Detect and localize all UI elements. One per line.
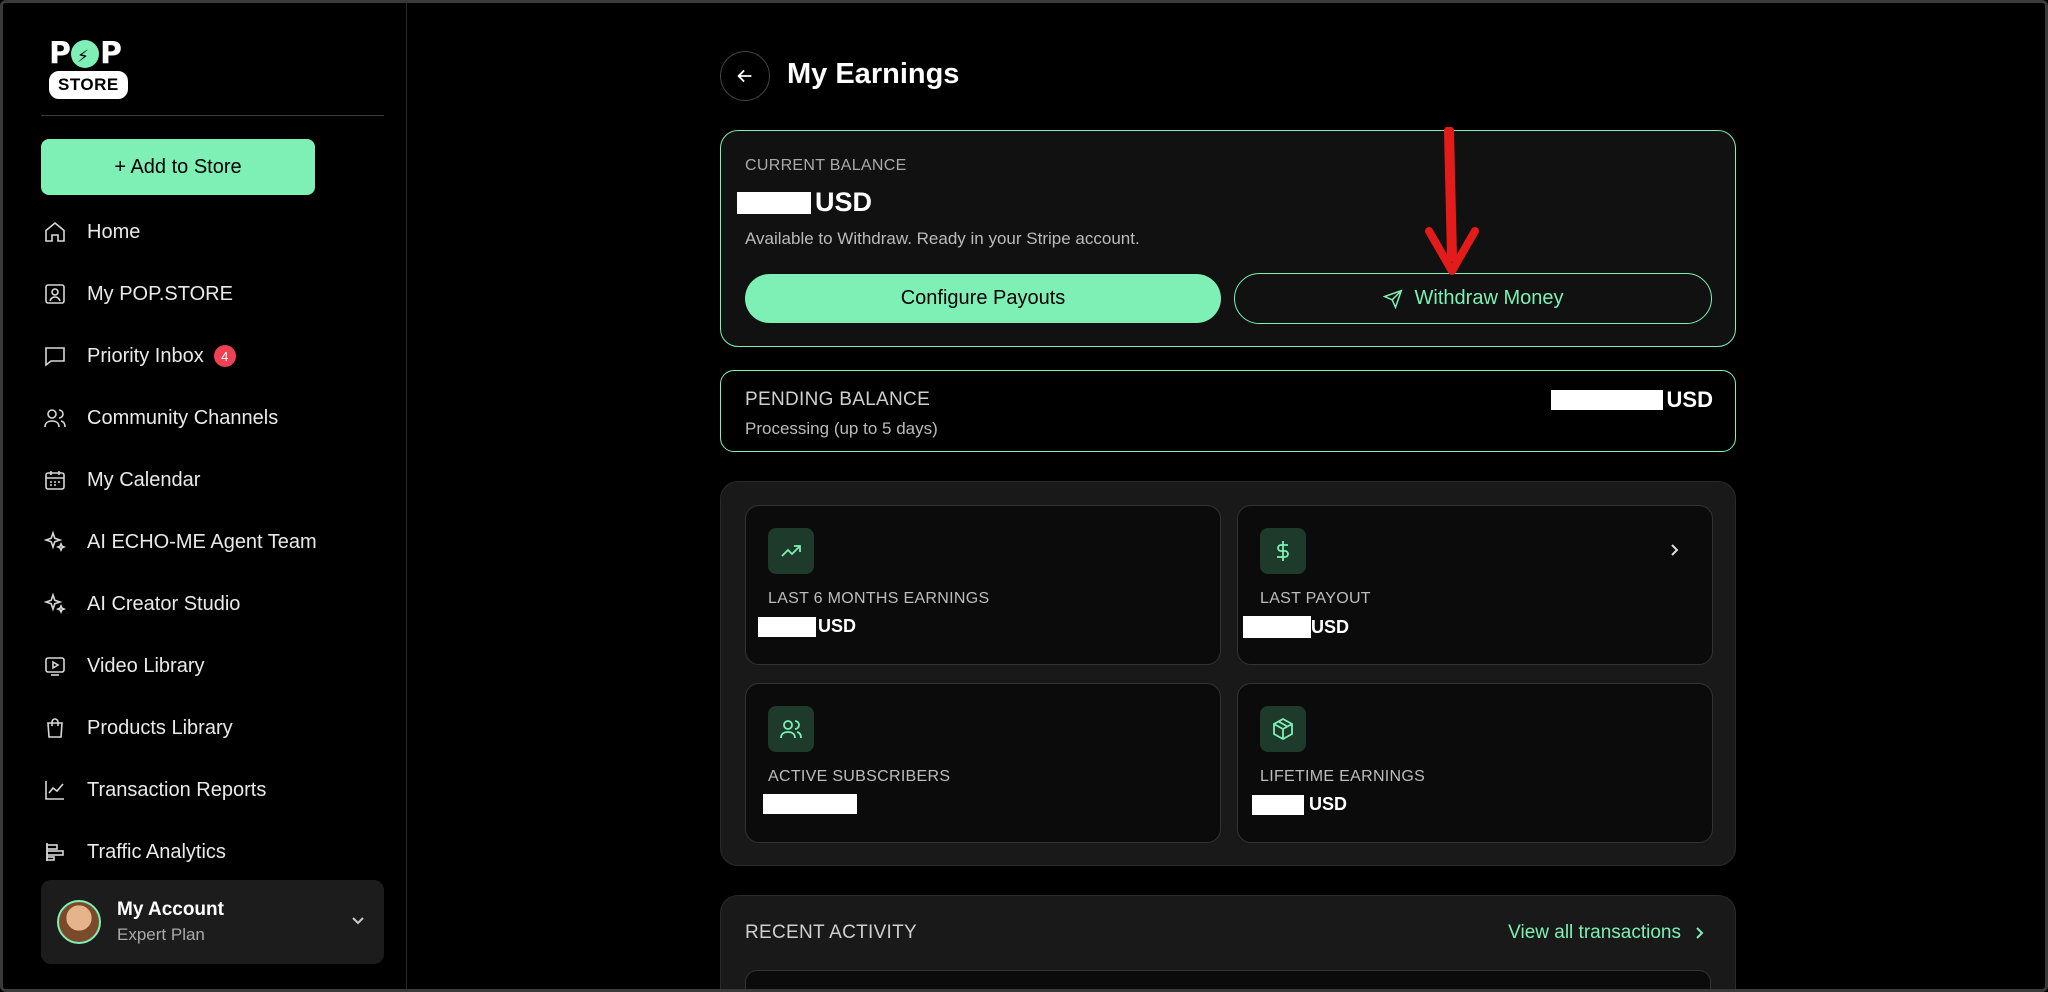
bar-chart-icon	[41, 838, 69, 866]
trending-up-icon	[768, 528, 814, 574]
redacted-value	[758, 616, 816, 637]
users-icon	[41, 404, 69, 432]
chevron-right-icon	[1696, 927, 1704, 939]
sparkles-icon	[41, 590, 69, 618]
send-icon	[1382, 288, 1403, 309]
sidebar-item-label: Home	[87, 220, 141, 243]
red-arrow-annotation	[1425, 127, 1479, 275]
account-name: My Account	[117, 899, 224, 920]
home-icon	[41, 218, 69, 246]
stat-card-last-payout[interactable]: LAST PAYOUT USD	[1237, 505, 1713, 665]
sidebar-item-label: My POP.STORE	[87, 282, 233, 305]
chevron-right-icon[interactable]	[1666, 542, 1682, 563]
logo-store-text: STORE	[49, 71, 128, 99]
redacted-value	[737, 191, 811, 214]
video-icon	[41, 652, 69, 680]
sidebar-item-products-library[interactable]: Products Library	[41, 697, 384, 759]
chevron-down-icon[interactable]	[350, 912, 366, 928]
current-balance-subtitle: Available to Withdraw. Ready in your Str…	[745, 229, 1140, 248]
current-balance-currency: USD	[815, 187, 873, 217]
pop-store-logo[interactable]: PP STORE	[49, 39, 137, 99]
redacted-value	[1550, 390, 1663, 410]
calendar-icon	[41, 466, 69, 494]
sidebar-divider	[41, 115, 384, 116]
stats-panel: LAST 6 MONTHS EARNINGS USD LAST PAYOUT U…	[720, 481, 1736, 866]
sidebar-item-label: AI Creator Studio	[87, 592, 241, 615]
users-icon	[768, 706, 814, 752]
avatar	[57, 900, 101, 944]
inbox-count-badge: 4	[213, 345, 236, 367]
sidebar-item-label: AI ECHO-ME Agent Team	[87, 530, 317, 553]
redacted-value	[763, 794, 857, 814]
sidebar-item-my-pop-store[interactable]: My POP.STORE	[41, 263, 384, 325]
back-button[interactable]	[720, 51, 770, 101]
recent-activity-title: RECENT ACTIVITY	[745, 922, 918, 943]
stat-label: LIFETIME EARNINGS	[1260, 768, 1426, 785]
line-chart-icon	[41, 776, 69, 804]
sidebar-item-label: Transaction Reports	[87, 778, 267, 801]
sidebar: PP STORE + Add to Store Home My POP.STOR…	[3, 3, 407, 989]
configure-payouts-button[interactable]: Configure Payouts	[745, 274, 1221, 323]
page-title: My Earnings	[787, 58, 960, 90]
sidebar-item-my-calendar[interactable]: My Calendar	[41, 449, 384, 511]
pending-balance-amount: USD	[1550, 387, 1713, 413]
sidebar-item-priority-inbox[interactable]: Priority Inbox 4	[41, 325, 384, 387]
recent-activity-panel: RECENT ACTIVITY View all transactions	[720, 895, 1736, 989]
pending-balance-subtitle: Processing (up to 5 days)	[745, 419, 938, 438]
stat-value: USD	[758, 616, 856, 637]
stat-card-active-subscribers: ACTIVE SUBSCRIBERS	[745, 683, 1221, 843]
sparkles-icon	[41, 528, 69, 556]
pending-balance-card: PENDING BALANCE Processing (up to 5 days…	[720, 370, 1736, 452]
stat-card-lifetime-earnings: LIFETIME EARNINGS USD	[1237, 683, 1713, 843]
stat-value: USD	[1252, 794, 1347, 815]
current-balance-amount: USD	[737, 187, 872, 218]
account-plan: Expert Plan	[117, 925, 205, 944]
sidebar-item-label: Priority Inbox	[87, 344, 204, 367]
sidebar-item-community-channels[interactable]: Community Channels	[41, 387, 384, 449]
stat-value	[763, 794, 857, 814]
dollar-icon	[1260, 528, 1306, 574]
sidebar-item-label: Community Channels	[87, 406, 279, 429]
store-icon	[41, 280, 69, 308]
sidebar-item-home[interactable]: Home	[41, 201, 384, 263]
arrow-left-icon	[737, 69, 752, 83]
sidebar-item-ai-creator-studio[interactable]: AI Creator Studio	[41, 573, 384, 635]
sidebar-item-ai-echo-me-agent-team[interactable]: AI ECHO-ME Agent Team	[41, 511, 384, 573]
stat-value: USD	[1243, 616, 1349, 638]
sidebar-item-transaction-reports[interactable]: Transaction Reports	[41, 759, 384, 821]
redacted-value	[1252, 794, 1304, 815]
stat-label: ACTIVE SUBSCRIBERS	[768, 768, 951, 785]
app-window: PP STORE + Add to Store Home My POP.STOR…	[0, 0, 2048, 992]
current-balance-label: CURRENT BALANCE	[745, 157, 907, 174]
sidebar-item-label: My Calendar	[87, 468, 201, 491]
sidebar-item-label: Products Library	[87, 716, 233, 739]
list-item[interactable]	[745, 970, 1711, 989]
view-all-transactions-link[interactable]: View all transactions	[1508, 922, 1707, 944]
sidebar-item-label: Traffic Analytics	[87, 840, 226, 863]
sidebar-item-traffic-analytics[interactable]: Traffic Analytics	[41, 821, 384, 883]
stat-label: LAST 6 MONTHS EARNINGS	[768, 590, 990, 607]
sidebar-item-label: Video Library	[87, 654, 205, 677]
withdraw-money-label: Withdraw Money	[1414, 287, 1564, 309]
sidebar-item-video-library[interactable]: Video Library	[41, 635, 384, 697]
account-menu[interactable]: My Account Expert Plan	[41, 880, 384, 964]
box-icon	[1260, 706, 1306, 752]
stat-label: LAST PAYOUT	[1260, 590, 1371, 607]
withdraw-money-button[interactable]: Withdraw Money	[1234, 273, 1712, 324]
pending-balance-label: PENDING BALANCE	[745, 389, 931, 410]
current-balance-card: CURRENT BALANCE USD Available to Withdra…	[720, 130, 1736, 347]
redacted-value	[1243, 616, 1311, 638]
shopping-bag-icon	[41, 714, 69, 742]
message-icon	[41, 342, 69, 370]
stat-card-last-6-months: LAST 6 MONTHS EARNINGS USD	[745, 505, 1221, 665]
sidebar-nav: Home My POP.STORE Priority Inbox 4 Commu…	[41, 201, 384, 883]
add-to-store-button[interactable]: + Add to Store	[41, 139, 315, 195]
pending-balance-currency: USD	[1666, 387, 1713, 412]
